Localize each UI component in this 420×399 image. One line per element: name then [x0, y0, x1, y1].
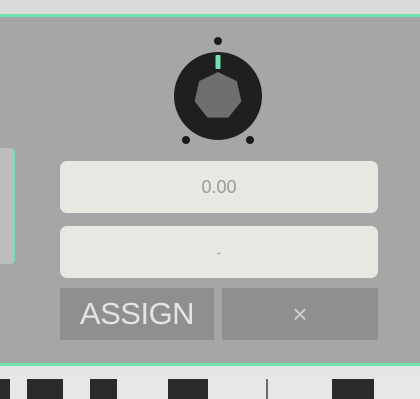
key-divider: [266, 379, 268, 399]
clear-button[interactable]: ×: [222, 288, 378, 340]
close-icon: ×: [292, 298, 308, 329]
top-strip: [0, 0, 420, 14]
knob-min-marker: [182, 136, 190, 144]
piano-keyboard[interactable]: [0, 379, 420, 399]
mapping-display-text: -: [216, 244, 222, 260]
side-tab[interactable]: [0, 148, 15, 264]
knob-center-marker: [214, 37, 222, 45]
knob-max-marker: [246, 136, 254, 144]
black-key[interactable]: [27, 379, 63, 399]
assign-button-label: ASSIGN: [79, 296, 195, 331]
black-key[interactable]: [0, 379, 10, 399]
black-key[interactable]: [168, 379, 208, 399]
mapping-display[interactable]: -: [60, 226, 378, 278]
black-key[interactable]: [332, 379, 374, 399]
value-display-text: 0.00: [201, 176, 237, 197]
value-display[interactable]: 0.00: [60, 161, 378, 213]
black-key[interactable]: [90, 379, 117, 399]
knob-indicator: [215, 55, 221, 69]
assign-button[interactable]: ASSIGN: [60, 288, 214, 340]
knob-icon[interactable]: [168, 36, 268, 146]
knob-control[interactable]: [168, 36, 268, 146]
